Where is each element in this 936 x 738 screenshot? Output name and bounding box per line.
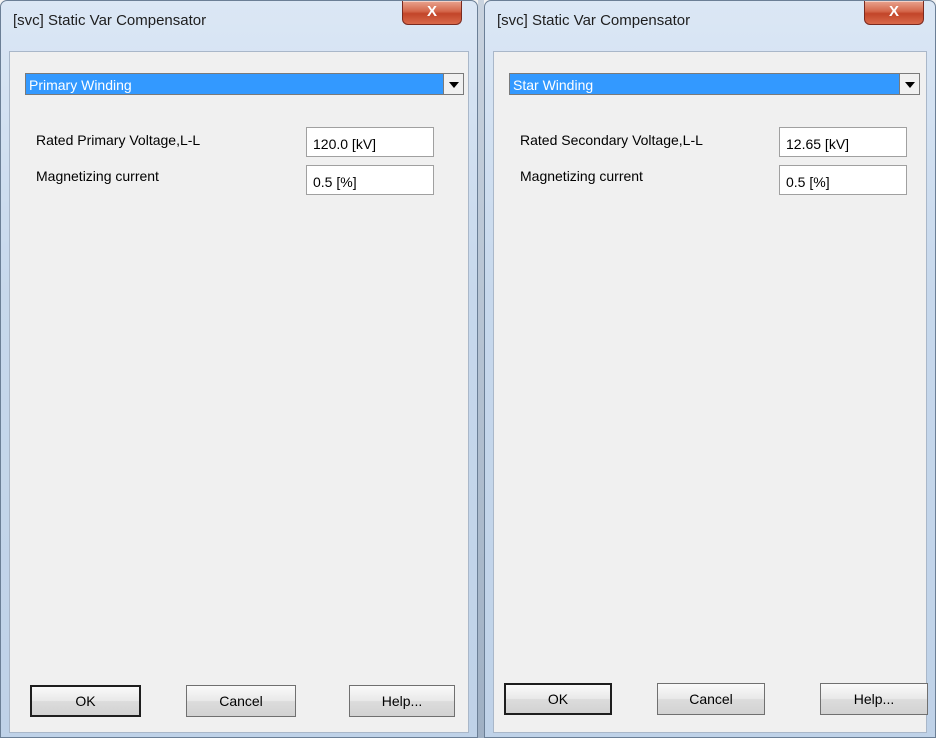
chevron-down-icon[interactable] <box>443 74 463 94</box>
winding-section-select[interactable]: Primary Winding <box>25 73 464 95</box>
help-button[interactable]: Help... <box>349 685 455 717</box>
close-button[interactable]: X <box>402 1 462 25</box>
chevron-down-icon[interactable] <box>899 74 919 94</box>
help-button[interactable]: Help... <box>820 683 928 715</box>
close-button[interactable]: X <box>864 1 924 25</box>
close-icon: X <box>426 3 437 20</box>
rated-primary-voltage-input[interactable]: 120.0 [kV] <box>306 127 434 157</box>
rated-primary-voltage-label: Rated Primary Voltage,L-L <box>36 132 201 148</box>
dialog-client-area: Primary Winding Rated Primary Voltage,L-… <box>9 51 469 733</box>
window-title: [svc] Static Var Compensator <box>497 12 691 29</box>
title-bar[interactable]: [svc] Static Var Compensator X <box>1 1 477 33</box>
screenshot-canvas: [svc] Static Var Compensator X Primary W… <box>0 0 936 738</box>
rated-secondary-voltage-label: Rated Secondary Voltage,L-L <box>520 132 703 148</box>
window-title: [svc] Static Var Compensator <box>13 12 207 29</box>
magnetizing-current-input[interactable]: 0.5 [%] <box>306 165 434 195</box>
magnetizing-current-input[interactable]: 0.5 [%] <box>779 165 907 195</box>
rated-secondary-voltage-input[interactable]: 12.65 [kV] <box>779 127 907 157</box>
cancel-button[interactable]: Cancel <box>657 683 765 715</box>
close-icon: X <box>888 3 899 20</box>
selected-section-label: Star Winding <box>513 77 594 93</box>
title-bar[interactable]: [svc] Static Var Compensator X <box>485 1 935 33</box>
magnetizing-current-label: Magnetizing current <box>520 168 643 184</box>
ok-button[interactable]: OK <box>504 683 612 715</box>
selected-section-label: Primary Winding <box>29 77 132 93</box>
magnetizing-current-label: Magnetizing current <box>36 168 159 184</box>
svc-dialog-primary: [svc] Static Var Compensator X Primary W… <box>0 0 478 738</box>
cancel-button[interactable]: Cancel <box>186 685 296 717</box>
svc-dialog-star: [svc] Static Var Compensator X Star Wind… <box>484 0 936 738</box>
winding-section-select[interactable]: Star Winding <box>509 73 920 95</box>
ok-button[interactable]: OK <box>30 685 141 717</box>
dialog-client-area: Star Winding Rated Secondary Voltage,L-L… <box>493 51 928 733</box>
